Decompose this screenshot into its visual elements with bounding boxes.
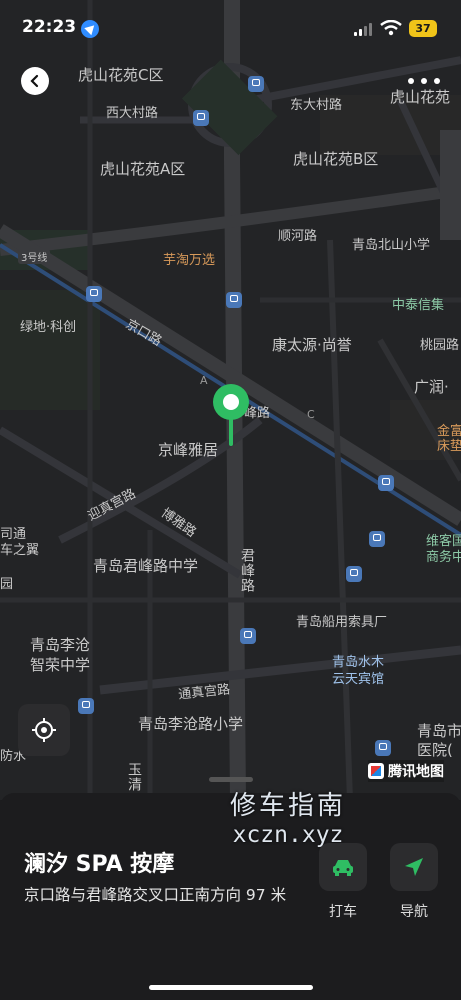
taxi-button[interactable]: 打车 xyxy=(319,843,367,921)
status-bar: 22:23 37 xyxy=(0,0,461,60)
map-label: 广润· xyxy=(414,378,449,396)
poi-label[interactable]: 金富 床垫 xyxy=(437,424,461,454)
crosshair-icon xyxy=(32,718,56,742)
bus-stop-icon[interactable] xyxy=(248,76,264,92)
map-provider-name: 腾讯地图 xyxy=(388,764,444,780)
bus-stop-icon[interactable] xyxy=(86,286,102,302)
wifi-icon xyxy=(380,20,402,36)
navigate-label: 导航 xyxy=(400,904,428,920)
map-label: 青岛市 医院( xyxy=(417,722,461,759)
map-label: 虎山花苑C区 xyxy=(78,66,164,84)
more-options-button[interactable] xyxy=(408,72,440,90)
map-label: 青岛君峰路中学 xyxy=(93,557,199,575)
map-label: 绿地·科创 xyxy=(20,320,77,335)
home-indicator[interactable] xyxy=(149,985,313,990)
map-label: 园 xyxy=(0,577,14,592)
navigation-arrow-icon xyxy=(405,858,423,876)
map-label: 司通 车之翼 xyxy=(0,527,40,558)
bus-stop-icon[interactable] xyxy=(193,110,209,126)
sheet-drag-handle[interactable] xyxy=(209,777,253,782)
watermark-line1: 修车指南 xyxy=(230,791,347,821)
map-label: 虎山花苑B区 xyxy=(293,150,379,168)
bus-stop-icon[interactable] xyxy=(378,475,394,491)
bus-stop-icon[interactable] xyxy=(226,292,242,308)
taxi-label: 打车 xyxy=(329,904,357,920)
location-services-icon xyxy=(81,20,99,38)
map-label: 虎山花苑A区 xyxy=(100,160,186,178)
bus-stop-icon[interactable] xyxy=(240,628,256,644)
watermark: 修车指南 xczn.xyz xyxy=(230,785,346,848)
map-label: 青岛李沧 智荣中学 xyxy=(30,636,91,674)
bus-stop-icon[interactable] xyxy=(346,566,362,582)
map-label: 顺河路 xyxy=(278,229,318,244)
poi-label[interactable]: 芋淘万选 xyxy=(163,249,215,268)
map-label: 玉清 xyxy=(126,762,142,792)
map-label: 青岛船用索具厂 xyxy=(296,615,388,630)
chevron-left-icon xyxy=(30,74,39,88)
map-label: 京峰雅居 xyxy=(158,441,219,459)
navigate-button[interactable]: 导航 xyxy=(390,843,438,921)
place-title: 澜汐 SPA 按摩 xyxy=(24,852,175,877)
map-label: 君峰路 xyxy=(239,548,255,593)
status-time: 22:23 xyxy=(22,17,77,37)
back-button[interactable] xyxy=(21,67,49,95)
poi-label[interactable]: 青岛水木 云天宾馆 xyxy=(332,654,384,688)
bus-stop-icon[interactable] xyxy=(369,531,385,547)
map-label: 桃园路 xyxy=(420,338,460,353)
locate-me-button[interactable] xyxy=(18,704,70,756)
map-label: 青岛北山小学 xyxy=(352,238,431,253)
location-pin-icon[interactable] xyxy=(211,382,251,448)
car-icon xyxy=(333,860,353,876)
map-label: 青岛李沧路小学 xyxy=(138,715,244,733)
map-label: 东大村路 xyxy=(290,98,343,113)
map-view[interactable]: 虎山花苑C区 虎山花苑 西大村路 东大村路 虎山花苑A区 虎山花苑B区 顺河路 … xyxy=(0,0,461,800)
cellular-signal-icon xyxy=(354,22,374,36)
place-address: 京口路与君峰路交叉口正南方向 97 米 xyxy=(24,886,287,904)
dot-icon xyxy=(434,78,440,84)
exit-marker: C xyxy=(307,408,315,421)
battery-icon: 37 xyxy=(409,20,437,37)
bus-stop-icon[interactable] xyxy=(375,740,391,756)
poi-label[interactable]: 中泰信集 xyxy=(392,294,444,313)
metro-line-badge: 3号线 xyxy=(18,249,51,264)
dot-icon xyxy=(421,78,427,84)
map-provider-logo: 腾讯地图 xyxy=(368,760,444,782)
map-label: 康太源·尚誉 xyxy=(272,336,352,354)
dot-icon xyxy=(408,78,414,84)
bus-stop-icon[interactable] xyxy=(78,698,94,714)
exit-marker: A xyxy=(200,374,208,387)
map-label: 西大村路 xyxy=(106,106,159,121)
tencent-map-icon xyxy=(368,763,384,779)
poi-label[interactable]: 维客国 商务中 xyxy=(426,534,461,566)
